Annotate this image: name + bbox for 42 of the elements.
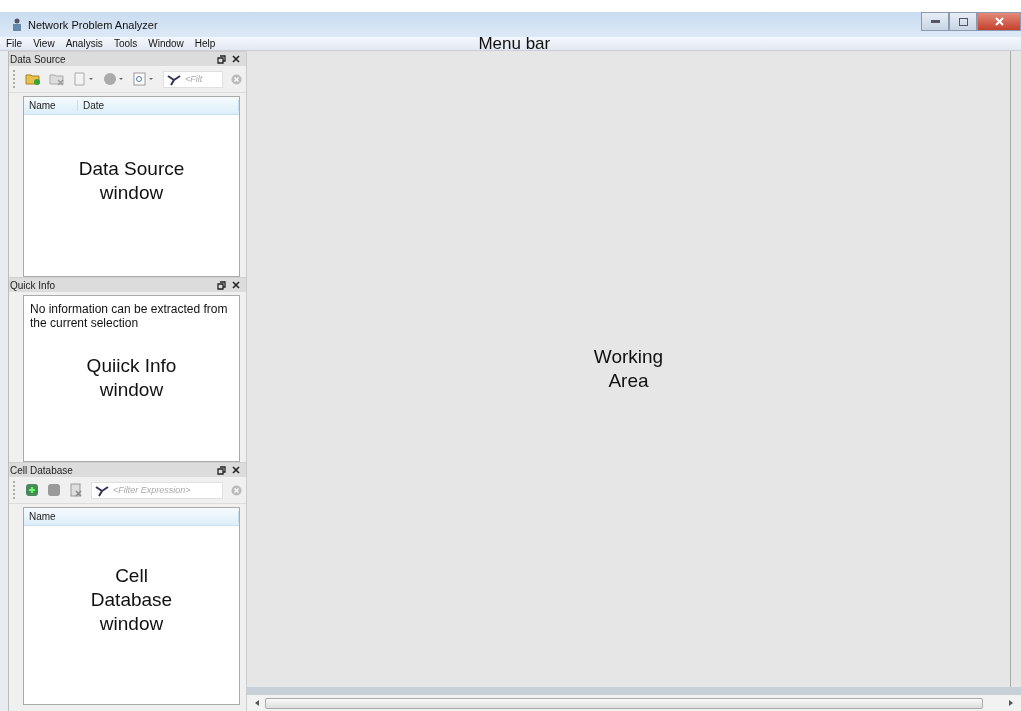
folder-remove-icon[interactable] <box>49 72 65 86</box>
float-icon[interactable] <box>217 54 226 64</box>
annotation-label: Menu bar <box>478 33 551 54</box>
column-header[interactable]: Date <box>78 100 239 111</box>
scroll-right-icon[interactable] <box>1009 700 1013 706</box>
close-icon[interactable] <box>232 55 240 63</box>
scroll-left-icon[interactable] <box>255 700 259 706</box>
maximize-button[interactable] <box>949 12 977 31</box>
annotation-label: Cell Database window <box>89 564 174 636</box>
close-icon[interactable] <box>232 281 240 289</box>
folder-add-icon[interactable] <box>25 72 41 86</box>
close-button[interactable] <box>977 12 1021 31</box>
info-message: No information can be extracted from the current selection <box>30 302 229 330</box>
annotation-label: Quiick Info window <box>85 353 178 402</box>
close-icon[interactable] <box>232 466 240 474</box>
minimize-icon <box>930 20 940 23</box>
database-icon[interactable] <box>47 483 61 497</box>
filter-field[interactable]: <Filter Expression> <box>91 481 223 499</box>
panel-title: Quick Info <box>10 279 57 291</box>
database-remove-icon[interactable] <box>69 483 83 497</box>
app-icon <box>12 18 22 31</box>
maximize-icon <box>958 17 968 26</box>
menu-item[interactable]: Analysis <box>65 38 103 49</box>
window-title: Network Problem Analyzer <box>28 18 158 31</box>
menu-item[interactable]: Help <box>194 38 216 49</box>
float-icon[interactable] <box>217 465 226 475</box>
annotation-label: Working Area <box>593 345 664 393</box>
menu-item[interactable]: View <box>33 38 55 49</box>
filter-field[interactable]: <Filt <box>163 70 223 88</box>
magnifier-icon[interactable] <box>133 72 155 86</box>
minimize-button[interactable] <box>921 12 949 31</box>
menu-item[interactable]: Window <box>148 38 184 49</box>
horizontal-scrollbar[interactable] <box>247 695 1021 711</box>
panel-title: Cell Database <box>10 464 74 476</box>
column-header[interactable]: Name <box>24 100 78 111</box>
menu-item[interactable]: Tools <box>113 38 138 49</box>
menu-item[interactable]: File <box>6 38 23 49</box>
annotation-label: Data Source window <box>77 156 186 205</box>
close-icon <box>994 17 1004 26</box>
database-add-icon[interactable] <box>25 483 39 497</box>
float-icon[interactable] <box>217 280 226 290</box>
panel-title: Data Source <box>10 53 67 65</box>
